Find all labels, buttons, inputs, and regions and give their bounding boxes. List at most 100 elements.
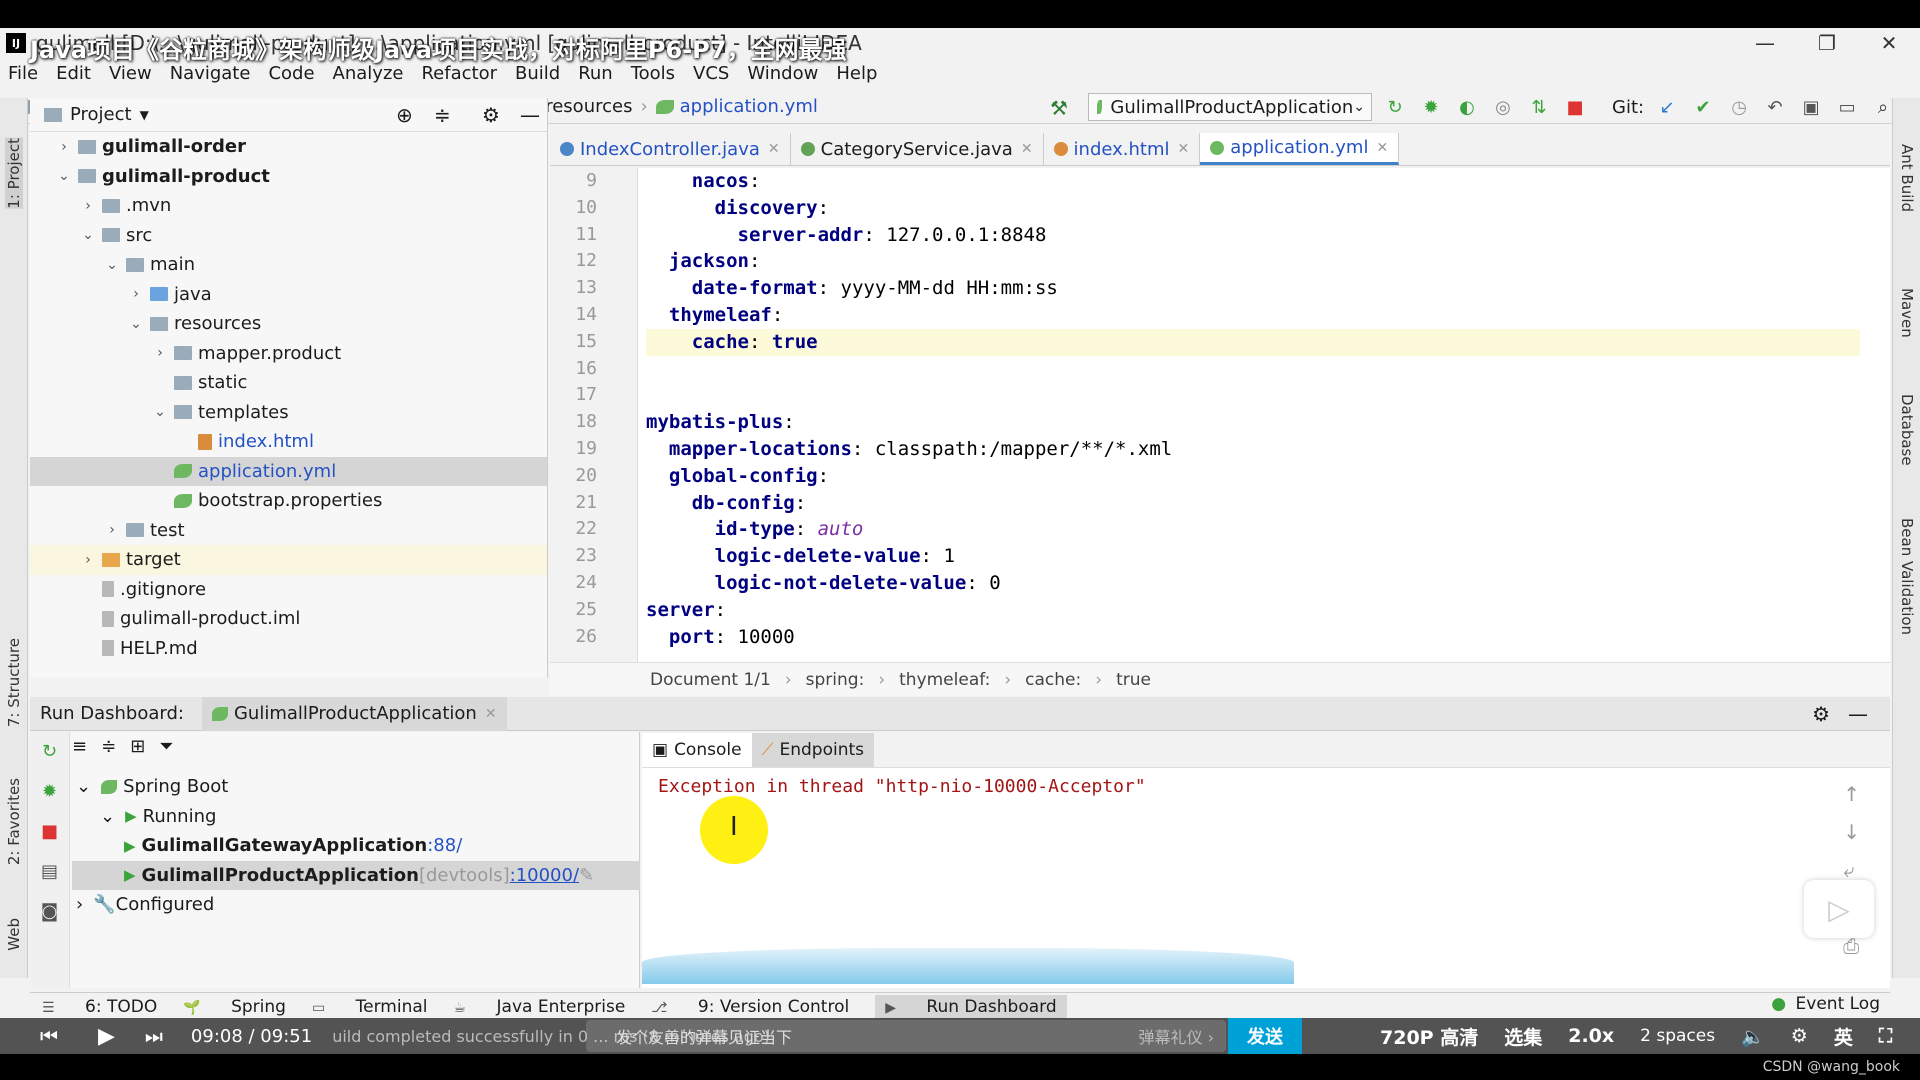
favorites-tool-tab[interactable]: 2: Favorites	[5, 778, 23, 865]
next-icon[interactable]: ⏭	[145, 1024, 163, 1048]
chevron-icon[interactable]: ⌄	[76, 776, 91, 797]
tab-console[interactable]: ▣ Console	[642, 732, 752, 767]
build-hammer-icon[interactable]: ⚒	[1050, 96, 1068, 120]
console-output[interactable]: Exception in thread "http-nio-10000-Acce…	[642, 768, 1890, 805]
code-line[interactable]: logic-delete-value: 1	[646, 543, 1860, 570]
debug-icon[interactable]: ✹	[30, 772, 69, 812]
stop-icon[interactable]: ■	[30, 812, 69, 852]
menu-item-analyze[interactable]: Analyze	[333, 63, 404, 84]
chevron-icon[interactable]: ›	[102, 522, 122, 538]
group-icon[interactable]: ⊞	[130, 736, 145, 757]
port-link[interactable]: :10000/	[510, 865, 579, 886]
hide-icon[interactable]: —	[1848, 702, 1868, 726]
menu-item-tools[interactable]: Tools	[631, 63, 675, 84]
chevron-down-icon[interactable]: ▼	[140, 108, 149, 122]
chevron-icon[interactable]: ›	[126, 286, 146, 302]
tree-item[interactable]: › gulimall-order	[30, 132, 547, 162]
stop-icon[interactable]: ■	[1562, 94, 1588, 120]
bottom-tool-run-dashboard[interactable]: ▶ Run Dashboard	[875, 994, 1067, 1019]
bean-validation-tool-tab[interactable]: Bean Validation	[1898, 518, 1916, 635]
menu-item-help[interactable]: Help	[836, 63, 877, 84]
chevron-icon[interactable]: ›	[78, 552, 98, 568]
code-line[interactable]	[646, 356, 1860, 383]
tab-application-yml[interactable]: application.yml ✕	[1200, 133, 1400, 165]
menu-item-build[interactable]: Build	[515, 63, 560, 84]
code-line[interactable]: mybatis-plus:	[646, 409, 1860, 436]
maven-tool-tab[interactable]: Maven	[1898, 288, 1916, 338]
volume-icon[interactable]: 🔈	[1741, 1025, 1765, 1048]
tree-item[interactable]: static	[30, 368, 547, 398]
play-icon[interactable]: ▶	[98, 1024, 115, 1049]
code-line[interactable]: server:	[646, 597, 1860, 624]
tree-item[interactable]: application.yml	[30, 456, 547, 486]
tree-item[interactable]: bootstrap.properties	[30, 486, 547, 516]
git-update-icon[interactable]: ↙	[1654, 94, 1680, 120]
code-line[interactable]: discovery:	[646, 195, 1860, 222]
chevron-icon[interactable]: ›	[150, 345, 170, 361]
filter-icon[interactable]: ⏷	[159, 736, 173, 757]
prev-icon[interactable]: ⏮	[40, 1024, 58, 1048]
git-commit-icon[interactable]: ✔	[1690, 94, 1716, 120]
bottom-tool-9-version-control[interactable]: ⎇ 9: Version Control	[651, 997, 849, 1017]
run-tree-item[interactable]: ⌄ Spring Boot	[72, 772, 640, 802]
send-danmu-button[interactable]: 发送	[1228, 1018, 1302, 1054]
rerun-icon[interactable]: ↻	[1382, 94, 1408, 120]
run-dashboard-tab[interactable]: GulimallProductApplication ✕	[201, 696, 507, 731]
menu-item-file[interactable]: File	[8, 63, 38, 84]
bottom-tool-6-todo[interactable]: ☰ 6: TODO	[42, 997, 157, 1017]
chevron-icon[interactable]: ›	[78, 198, 98, 214]
collapse-all-icon[interactable]: ≑	[434, 103, 451, 127]
profile-icon[interactable]: ◎	[1490, 94, 1516, 120]
play-overlay-icon[interactable]: ▷	[1804, 880, 1874, 938]
code-area[interactable]: nacos: discovery: server-addr: 127.0.0.1…	[646, 168, 1860, 650]
tree-item[interactable]: index.html	[30, 427, 547, 457]
run-tree-item[interactable]: ▶ GulimallGatewayApplication :88/	[72, 831, 640, 861]
run-tree-item[interactable]: › 🔧 Configured	[72, 890, 640, 920]
tree-item[interactable]: › .mvn	[30, 191, 547, 221]
project-tool-tab[interactable]: 1: Project	[5, 138, 23, 209]
code-line[interactable]	[646, 382, 1860, 409]
chevron-icon[interactable]: ›	[54, 139, 74, 155]
chevron-icon[interactable]: ⌄	[78, 227, 98, 243]
breadcrumb-item[interactable]: application.yml	[655, 96, 818, 117]
code-line[interactable]: nacos:	[646, 168, 1860, 195]
code-editor[interactable]: 9 10 11 12 13 14 15 16 17 18 19 20 21 22 23 24 25 26 naco…	[550, 168, 1890, 662]
chevron-icon[interactable]: ⌄	[100, 806, 115, 827]
episode-select-button[interactable]: 选集	[1504, 1023, 1542, 1050]
bottom-tool-java-enterprise[interactable]: ☕ Java Enterprise	[454, 997, 626, 1017]
editor-breadcrumb-item[interactable]: thymeleaf:	[899, 670, 990, 690]
maximize-button[interactable]: ❐	[1796, 28, 1858, 58]
project-structure-icon[interactable]: ▣	[1798, 94, 1824, 120]
tree-item[interactable]: HELP.md	[30, 634, 547, 664]
database-tool-tab[interactable]: Database	[1898, 394, 1916, 466]
tree-item[interactable]: ⌄ src	[30, 221, 547, 251]
chevron-icon[interactable]: ⌄	[54, 168, 74, 184]
rerun-icon[interactable]: ↻	[30, 732, 69, 772]
close-icon[interactable]: ✕	[768, 141, 780, 157]
chevron-icon[interactable]: ›	[76, 894, 83, 915]
editor-breadcrumb-item[interactable]: true	[1116, 670, 1151, 690]
close-icon[interactable]: ✕	[1376, 140, 1388, 156]
menu-item-window[interactable]: Window	[747, 63, 818, 84]
editor-breadcrumb-item[interactable]: Document 1/1	[650, 670, 771, 690]
code-line[interactable]: date-format: yyyy-MM-dd HH:mm:ss	[646, 275, 1860, 302]
scroll-up-icon[interactable]: ↑	[1843, 782, 1860, 806]
soft-wrap-icon[interactable]: ⤶	[1843, 858, 1860, 882]
layout-icon[interactable]: ▤	[30, 852, 69, 892]
menu-item-refactor[interactable]: Refactor	[421, 63, 497, 84]
menu-item-view[interactable]: View	[109, 63, 152, 84]
run-config-select[interactable]: GulimallProductApplication ⌄	[1088, 93, 1372, 121]
menu-item-code[interactable]: Code	[268, 63, 314, 84]
settings-icon[interactable]: ⚙	[1791, 1025, 1808, 1047]
code-line[interactable]: db-config:	[646, 490, 1860, 517]
attach-icon[interactable]: ⇅	[1526, 94, 1552, 120]
tree-item[interactable]: ⌄ main	[30, 250, 547, 280]
collapse-all-icon[interactable]: ≑	[101, 736, 116, 757]
project-panel-title[interactable]: Project	[70, 104, 132, 125]
menu-item-navigate[interactable]: Navigate	[170, 63, 251, 84]
tree-item[interactable]: ⌄ resources	[30, 309, 547, 339]
tab-endpoints[interactable]: ⟋ Endpoints	[751, 732, 874, 767]
gear-icon[interactable]: ⚙	[482, 103, 500, 127]
chevron-icon[interactable]: ⌄	[150, 404, 170, 420]
structure-tool-tab[interactable]: 7: Structure	[5, 638, 23, 727]
